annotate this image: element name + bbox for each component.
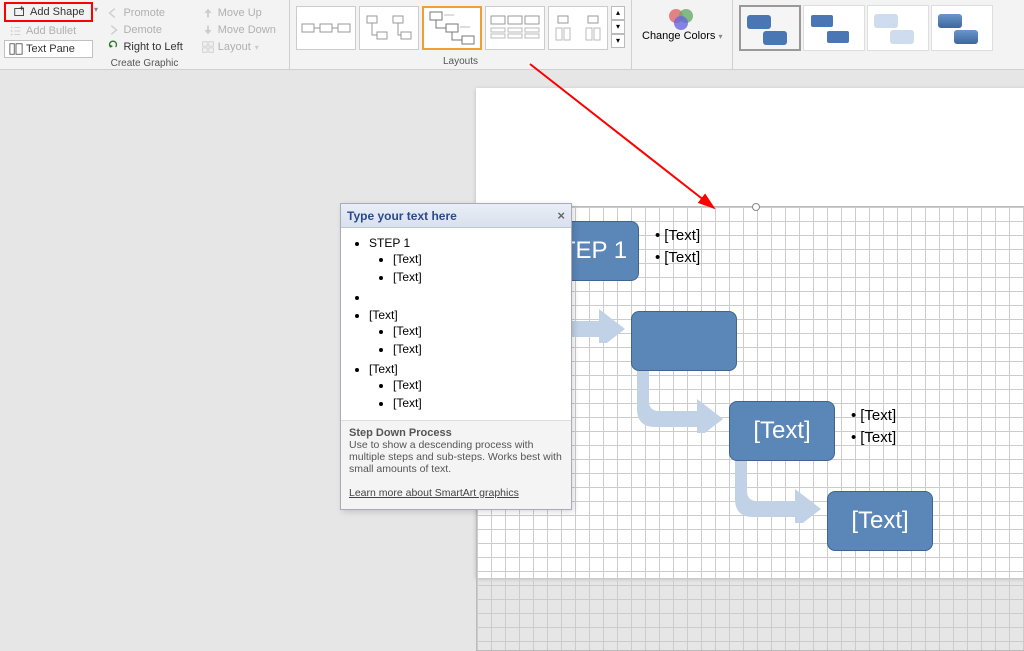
smartart-step-3[interactable]: [Text] [729,401,835,461]
move-up-label: Move Up [218,7,262,19]
gallery-more[interactable]: ▾ [611,34,625,48]
smartart-arrow-2 [637,371,725,433]
layouts-gallery: ▴ ▾ ▾ [294,2,627,50]
layout-option-4[interactable] [485,6,545,50]
text-pane-body[interactable]: STEP 1[Text][Text][Text][Text][Text][Tex… [341,228,571,420]
add-shape-label: Add Shape [30,6,84,18]
style-option-2[interactable] [803,5,865,51]
styles-gallery [737,2,1020,51]
style-option-4[interactable] [931,5,993,51]
move-down-button: Move Down [196,22,281,38]
text-pane-item[interactable]: STEP 1[Text][Text] [369,234,567,288]
style-option-1[interactable] [739,5,801,51]
ribbon: Add Shape ▾ Add Bullet Text Pane Promote [0,0,1024,70]
text-pane-item[interactable]: [Text][Text][Text] [369,306,567,360]
demote-button: Demote [101,22,187,38]
demote-label: Demote [123,24,162,36]
text-pane-footer-desc: Use to show a descending process with mu… [349,439,562,475]
move-up-icon [201,6,215,20]
move-up-button: Move Up [196,5,281,21]
text-pane-item[interactable] [369,288,567,306]
smartart-step-1-sub-1[interactable]: [Text] [655,227,700,244]
right-to-left-label: Right to Left [123,41,182,53]
text-pane-subitem[interactable]: [Text] [393,340,567,358]
group-label-create-graphic: Create Graphic [4,58,285,71]
group-label-layouts: Layouts [294,56,627,69]
bullet-icon [9,24,23,38]
add-shape-button[interactable]: Add Shape [8,4,89,20]
smartart-step-3-sub-2[interactable]: [Text] [851,429,896,446]
smartart-step-2[interactable] [631,311,737,371]
demote-icon [106,23,120,37]
layout-option-5[interactable] [548,6,608,50]
text-pane-footer-title: Step Down Process [349,427,452,439]
text-pane-close[interactable]: × [557,208,565,223]
text-pane[interactable]: Type your text here × STEP 1[Text][Text]… [340,203,572,510]
smartart-step-4[interactable]: [Text] [827,491,933,551]
smartart-step-1-sub-2[interactable]: [Text] [655,249,700,266]
text-pane-subitem[interactable]: [Text] [393,394,567,412]
text-pane-subitem[interactable]: [Text] [393,376,567,394]
text-pane-footer-link[interactable]: Learn more about SmartArt graphics [349,487,519,499]
text-pane-footer: Step Down Process Use to show a descendi… [341,420,571,509]
selection-handle[interactable] [752,203,760,211]
add-shape-dropdown[interactable]: ▾ [88,4,103,15]
text-pane-item[interactable]: [Text][Text][Text] [369,360,567,414]
style-option-3[interactable] [867,5,929,51]
add-bullet-label: Add Bullet [26,25,76,37]
gallery-scroll-up[interactable]: ▴ [611,6,625,20]
text-pane-subitem[interactable]: [Text] [393,268,567,286]
text-pane-subitem[interactable]: [Text] [393,322,567,340]
change-colors-icon [666,6,698,30]
layout-option-3[interactable] [422,6,482,50]
text-pane-titlebar[interactable]: Type your text here × [341,204,571,228]
right-to-left-button[interactable]: Right to Left [101,39,187,55]
change-colors-label: Change Colors ▾ [642,30,722,42]
smartart-step-3-sub-1[interactable]: [Text] [851,407,896,424]
layout-option-1[interactable] [296,6,356,50]
promote-button: Promote [101,5,187,21]
layout-icon [201,40,215,54]
text-pane-label: Text Pane [26,43,75,55]
layout-option-2[interactable] [359,6,419,50]
step-4-label: [Text] [851,507,908,535]
add-bullet-button: Add Bullet [4,23,93,39]
move-down-label: Move Down [218,24,276,36]
text-pane-title: Type your text here [347,209,457,223]
promote-icon [106,6,120,20]
text-pane-subitem[interactable]: [Text] [393,250,567,268]
promote-label: Promote [123,7,165,19]
smartart-arrow-3 [735,461,823,523]
layout-label: Layout [218,41,251,53]
layout-button: Layout ▾ [196,39,281,55]
text-pane-button[interactable]: Text Pane [4,40,93,58]
right-to-left-icon [106,40,120,54]
move-down-icon [201,23,215,37]
step-3-label: [Text] [753,417,810,445]
change-colors-button[interactable]: Change Colors ▾ [636,2,728,42]
gallery-scroll-down[interactable]: ▾ [611,20,625,34]
text-pane-icon [9,42,23,56]
add-shape-icon [13,5,27,19]
